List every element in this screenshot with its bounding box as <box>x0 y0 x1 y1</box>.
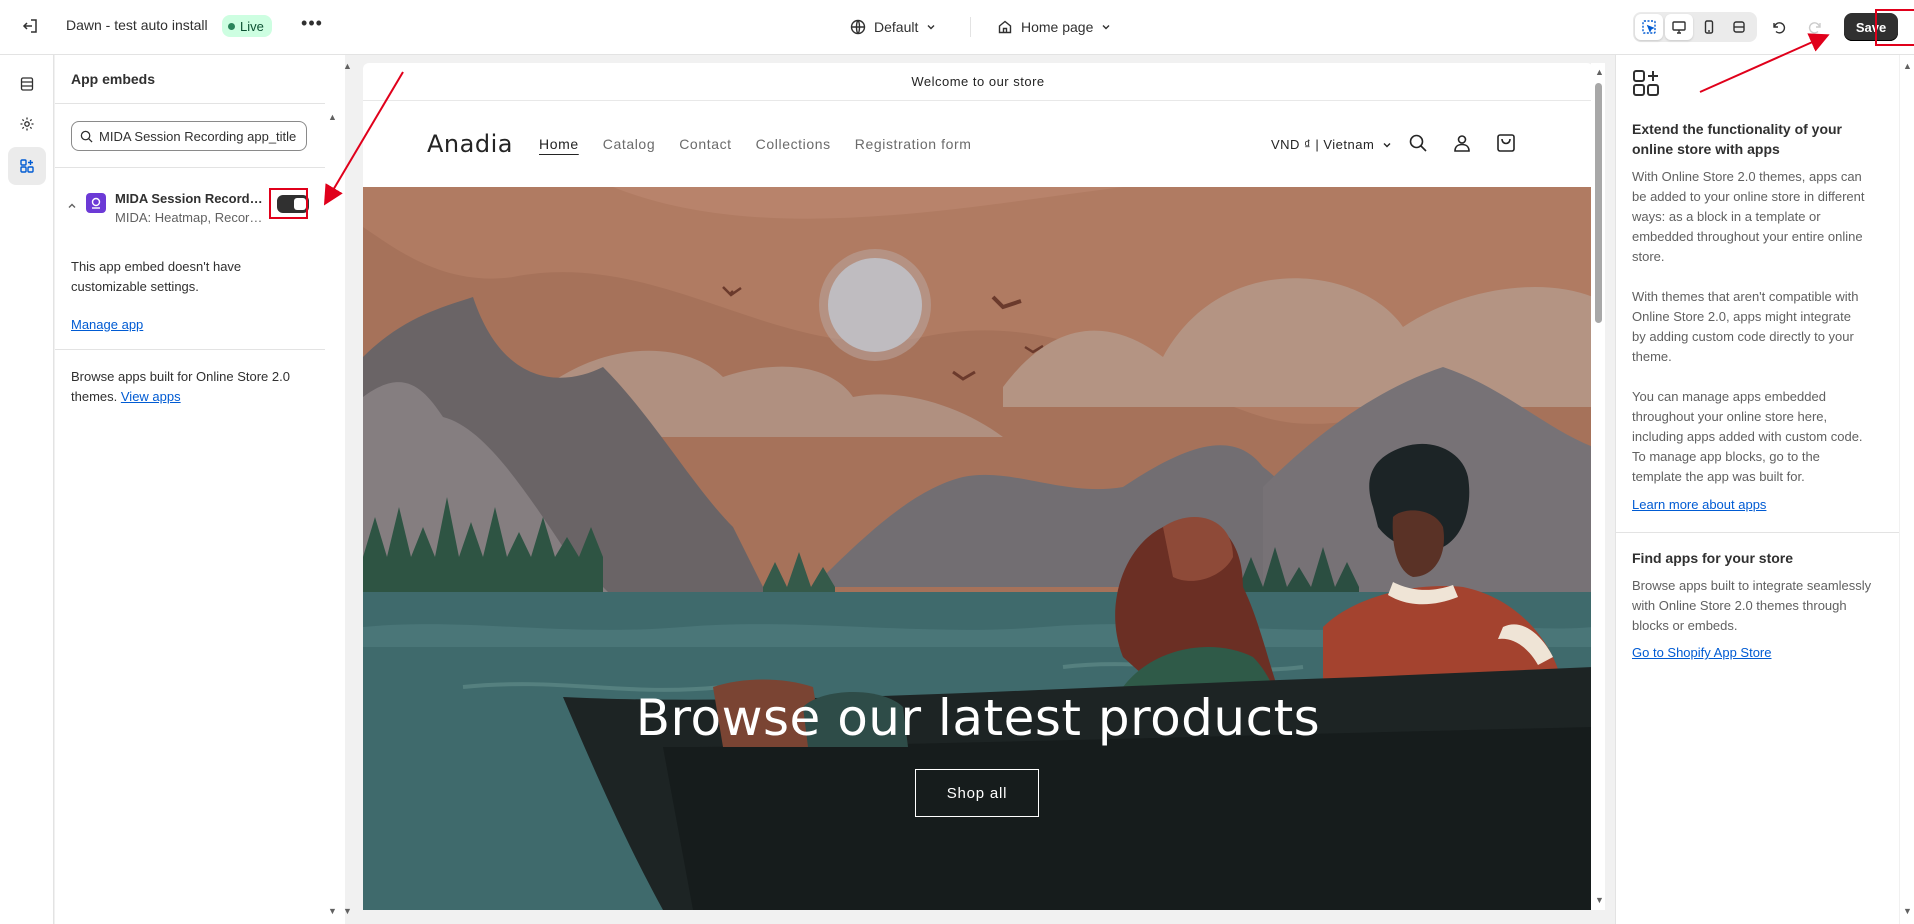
search-icon <box>80 130 93 143</box>
search-field[interactable] <box>71 121 307 151</box>
chevron-down-icon <box>1383 142 1391 147</box>
chevron-up-icon[interactable] <box>67 201 77 211</box>
page-selector-label: Home page <box>1021 19 1094 35</box>
app-info-panel: Extend the functionality of your online … <box>1615 55 1900 924</box>
nav-item-contact[interactable]: Contact <box>679 136 731 152</box>
app-embed-row[interactable]: MIDA Session Recording MIDA: Heatmap, Re… <box>55 183 325 235</box>
search-icon[interactable] <box>1406 131 1430 155</box>
mida-app-logo <box>86 193 106 213</box>
mobile-icon <box>1704 20 1714 34</box>
app-embed-subtitle: MIDA: Heatmap, Recording <box>115 210 265 225</box>
top-bar: Dawn - test auto install Live ••• Defaul… <box>0 0 1914 55</box>
sidebar-divider <box>55 103 325 104</box>
scroll-up-arrow[interactable]: ▲ <box>1595 67 1604 77</box>
info-paragraph-1: With Online Store 2.0 themes, apps can b… <box>1632 169 1865 264</box>
info-paragraph-4: Browse apps built to integrate seamlessl… <box>1632 578 1872 633</box>
browse-apps-text-container: Browse apps built for Online Store 2.0 t… <box>71 367 311 407</box>
sidebar-title: App embeds <box>71 71 156 87</box>
info-paragraph-3: You can manage apps embedded throughout … <box>1632 389 1863 484</box>
redo-button[interactable] <box>1804 15 1828 39</box>
manage-app-container: Manage app <box>71 315 311 335</box>
scroll-up-arrow[interactable]: ▲ <box>1903 61 1912 71</box>
no-settings-text: This app embed doesn't have customizable… <box>71 259 242 294</box>
nav-item-catalog[interactable]: Catalog <box>603 136 655 152</box>
store-header: Anadia Home Catalog Contact Collections … <box>363 101 1593 187</box>
cart-icon[interactable] <box>1494 131 1518 155</box>
find-apps-heading: Find apps for your store <box>1632 550 1794 566</box>
app-embeds-button[interactable] <box>8 147 46 185</box>
panel-scrollbar[interactable]: ▲ ▼ <box>1899 55 1914 924</box>
recording-icon <box>91 197 101 209</box>
left-nav-rail <box>0 55 54 924</box>
theme-selector-label: Default <box>874 19 919 35</box>
nav-item-collections[interactable]: Collections <box>756 136 831 152</box>
account-icon[interactable] <box>1450 131 1474 155</box>
more-actions-button[interactable]: ••• <box>300 14 324 38</box>
panel-divider <box>1616 532 1900 533</box>
desktop-icon <box>1672 21 1686 34</box>
inspector-button[interactable] <box>1635 14 1663 40</box>
theme-settings-button[interactable] <box>8 105 46 143</box>
live-badge-label: Live <box>240 18 264 34</box>
fullscreen-view-button[interactable] <box>1725 14 1753 40</box>
sections-button[interactable] <box>8 65 46 103</box>
outer-scroll-down-arrow[interactable]: ▼ <box>343 906 352 916</box>
announcement-bar: Welcome to our store <box>363 63 1593 101</box>
sidebar-divider <box>55 167 325 168</box>
apps-icon <box>1633 70 1659 96</box>
preview-scrollbar[interactable]: ▲ ▼ <box>1591 63 1605 910</box>
undo-icon <box>1773 22 1786 34</box>
scroll-up-arrow[interactable]: ▲ <box>328 112 337 122</box>
globe-icon <box>850 19 866 35</box>
outer-scroll-up-arrow[interactable]: ▲ <box>343 61 352 71</box>
exit-icon[interactable] <box>18 14 42 38</box>
expand-icon <box>1733 21 1745 33</box>
shop-all-button[interactable]: Shop all <box>915 769 1039 817</box>
view-toggle-group <box>1633 12 1757 42</box>
apps-icon <box>20 159 34 173</box>
theme-name: Dawn - test auto install <box>66 17 208 33</box>
gear-icon <box>20 117 34 131</box>
status-dot <box>228 22 235 30</box>
sidebar-divider <box>55 349 325 350</box>
hero-banner: Browse our latest products Shop all <box>363 187 1593 910</box>
home-icon <box>998 20 1012 34</box>
desktop-view-button[interactable] <box>1665 14 1693 40</box>
save-button[interactable]: Save <box>1844 13 1898 41</box>
search-input[interactable] <box>99 128 299 144</box>
scroll-down-arrow[interactable]: ▼ <box>328 906 337 916</box>
nav-item-registration-form[interactable]: Registration form <box>855 136 972 152</box>
scroll-down-arrow[interactable]: ▼ <box>1903 906 1912 916</box>
chevron-down-icon <box>927 25 935 30</box>
app-store-link[interactable]: Go to Shopify App Store <box>1632 645 1771 660</box>
mobile-view-button[interactable] <box>1695 14 1723 40</box>
toolbar-divider <box>970 17 971 37</box>
hero-title: Browse our latest products <box>635 689 1321 747</box>
app-embed-toggle[interactable] <box>277 195 309 213</box>
learn-more-link[interactable]: Learn more about apps <box>1632 497 1766 512</box>
store-nav: Home Catalog Contact Collections Registr… <box>539 136 972 152</box>
app-embed-name: MIDA Session Recording <box>115 191 265 206</box>
storefront-preview: Welcome to our store Anadia Home Catalog… <box>363 63 1593 910</box>
chevron-down-icon <box>1102 25 1110 30</box>
toggle-knob <box>294 198 306 210</box>
extend-heading: Extend the functionality of your online … <box>1632 121 1843 157</box>
store-logo[interactable]: Anadia <box>427 130 513 158</box>
manage-app-link[interactable]: Manage app <box>71 317 143 332</box>
nav-item-home[interactable]: Home <box>539 136 579 152</box>
page-selector[interactable]: Home page <box>997 14 1111 40</box>
currency-label: VND ₫ | Vietnam <box>1271 137 1375 152</box>
redo-icon <box>1808 22 1821 34</box>
scroll-down-arrow[interactable]: ▼ <box>1595 895 1604 905</box>
info-paragraph-2: With themes that aren't compatible with … <box>1632 289 1859 364</box>
app-embeds-sidebar: App embeds ▲ MIDA Session Recording MIDA… <box>55 55 352 924</box>
cursor-select-icon <box>1642 20 1656 34</box>
currency-selector[interactable]: VND ₫ | Vietnam <box>1271 137 1392 152</box>
live-status-badge: Live <box>222 15 272 37</box>
sections-icon <box>20 77 34 91</box>
scroll-thumb[interactable] <box>1595 83 1602 323</box>
view-apps-link[interactable]: View apps <box>121 389 181 404</box>
undo-button[interactable] <box>1766 15 1790 39</box>
theme-selector[interactable]: Default <box>850 14 936 40</box>
